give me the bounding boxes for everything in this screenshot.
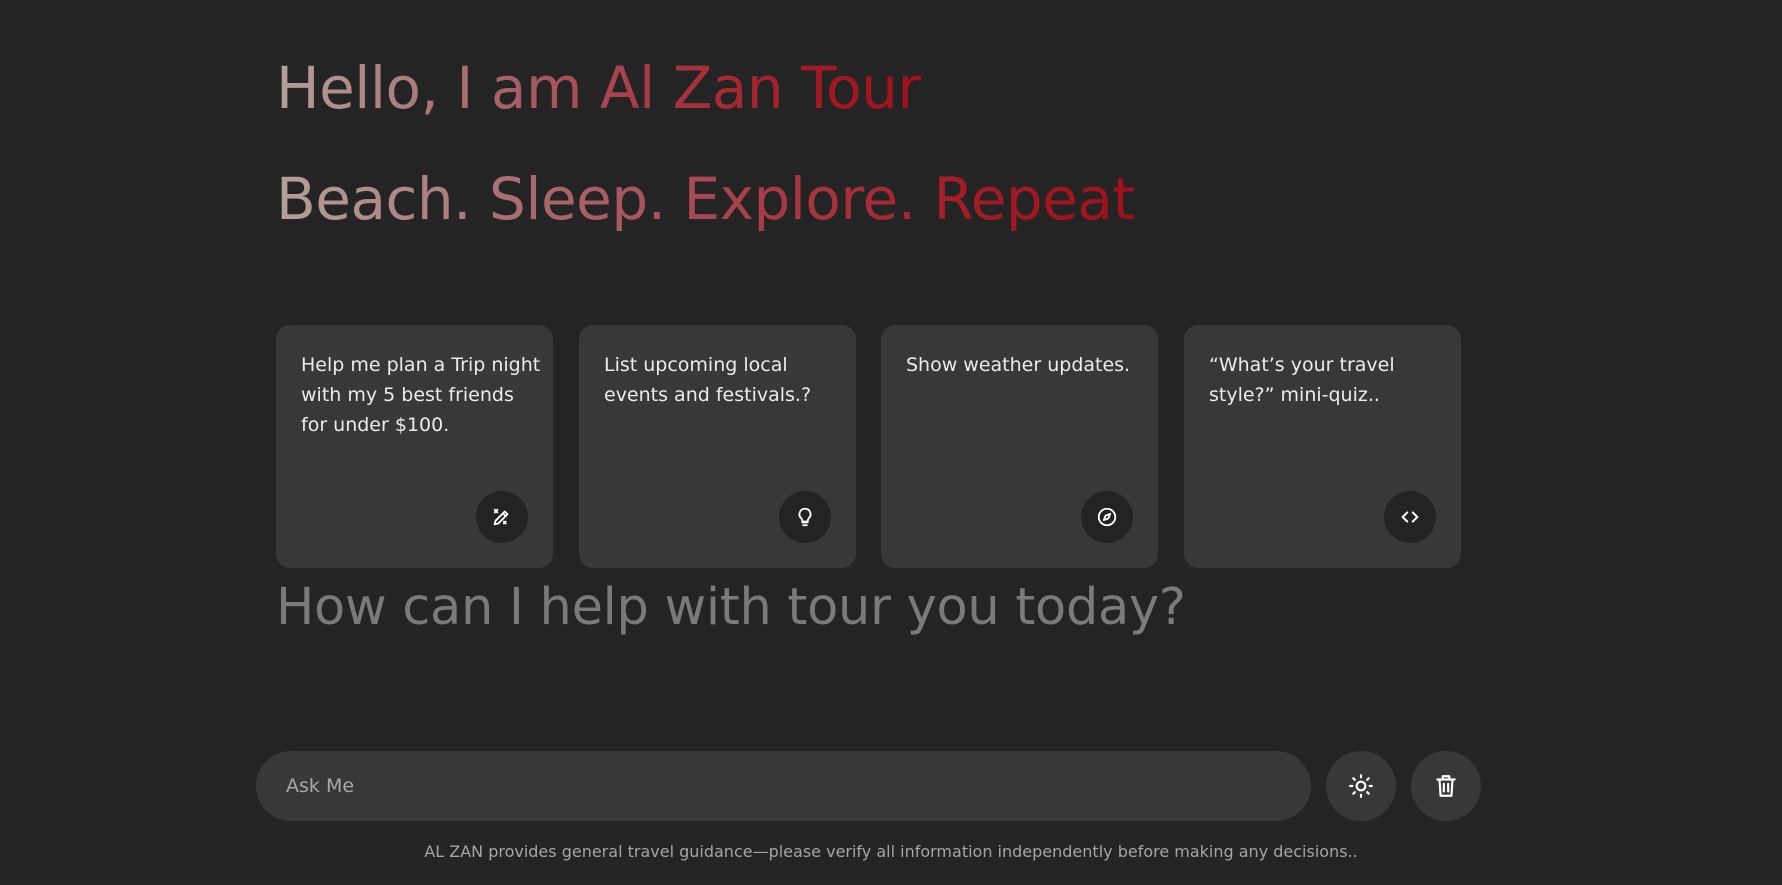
lightbulb-icon [779,491,831,543]
prompt-heading: How can I help with tour you today? [276,578,1186,637]
trash-icon [1433,773,1459,799]
greeting-title: Hello, I am Al Zan Tour [276,54,921,122]
delete-chat-button[interactable] [1411,751,1481,821]
sun-icon [1348,773,1374,799]
suggestion-card-quiz[interactable]: “What’s your travel style?” mini-quiz.. [1184,325,1461,568]
tagline-title: Beach. Sleep. Explore. Repeat [276,165,1135,233]
code-icon [1384,491,1436,543]
suggestion-card-text: “What’s your travel style?” mini-quiz.. [1209,354,1395,406]
suggestion-card-text: List upcoming local events and festivals… [604,354,812,406]
ask-input[interactable] [256,751,1311,821]
compass-icon [1081,491,1133,543]
disclaimer-text: AL ZAN provides general travel guidance—… [424,842,1358,861]
suggestion-card-text: Show weather updates. [906,354,1131,376]
suggestion-card-plan-trip[interactable]: Help me plan a Trip night with my 5 best… [276,325,553,568]
suggestion-card-text: Help me plan a Trip night with my 5 best… [301,354,541,436]
suggestion-cards: Help me plan a Trip night with my 5 best… [276,325,1461,568]
pencil-sparkle-icon [476,491,528,543]
app-root: Hello, I am Al Zan Tour Beach. Sleep. Ex… [0,0,1782,885]
theme-toggle-button[interactable] [1326,751,1396,821]
suggestion-card-weather[interactable]: Show weather updates. [881,325,1158,568]
suggestion-card-events[interactable]: List upcoming local events and festivals… [579,325,856,568]
